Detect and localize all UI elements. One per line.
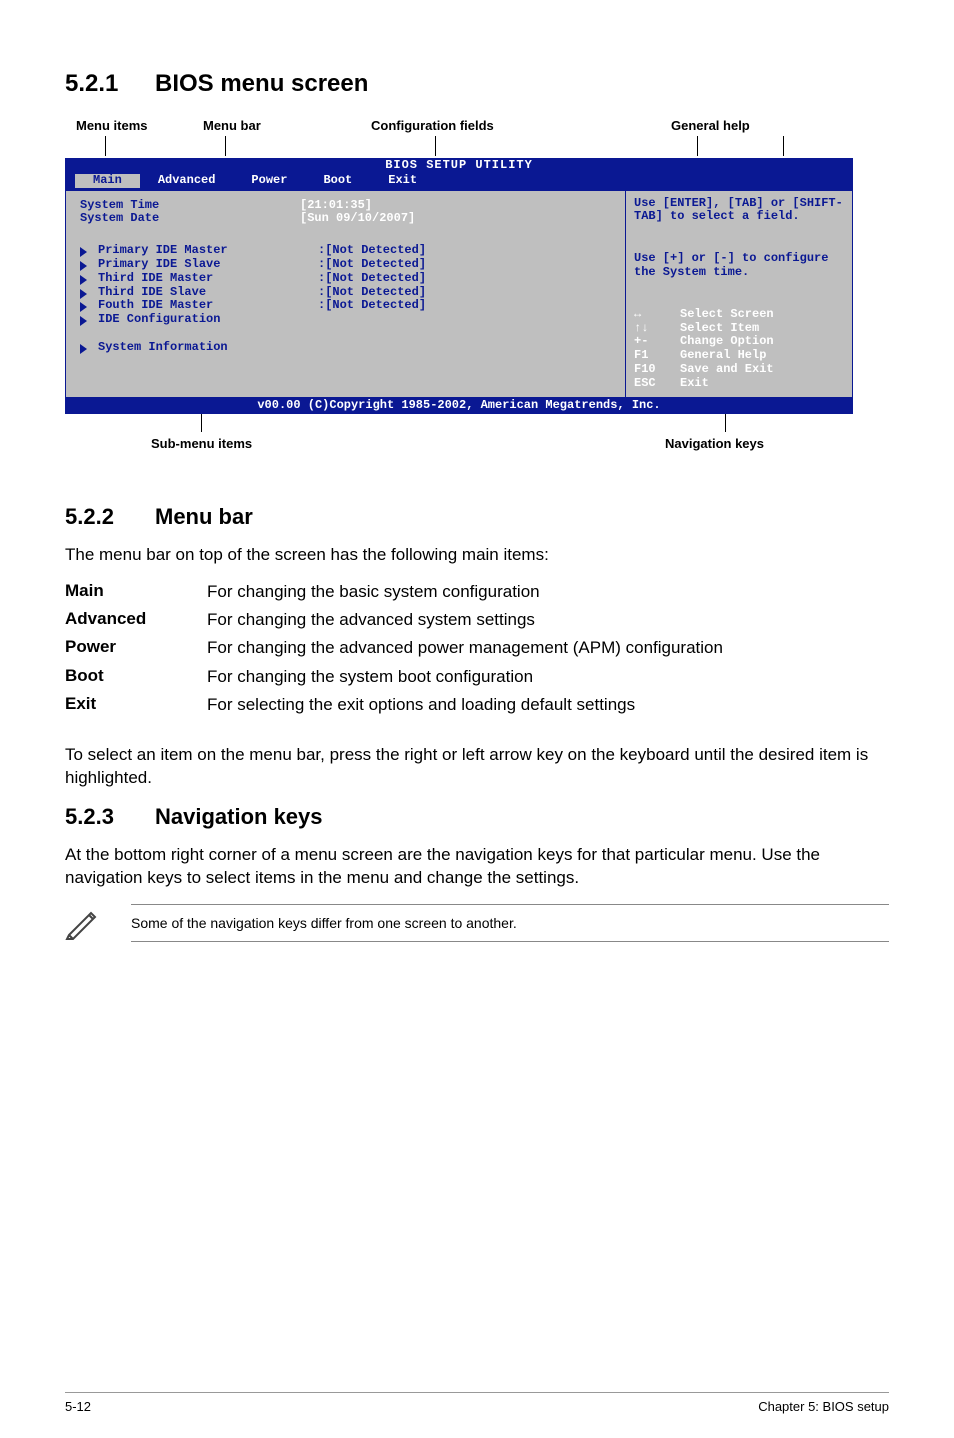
def-val: For changing the system boot configurati…	[207, 666, 889, 688]
pencil-icon	[65, 905, 101, 941]
page-number: 5-12	[65, 1399, 91, 1414]
pointer-line	[435, 136, 436, 156]
paragraph: To select an item on the menu bar, press…	[65, 744, 889, 790]
row-val: :[Not Detected]	[318, 258, 426, 272]
paragraph: At the bottom right corner of a menu scr…	[65, 844, 889, 890]
ide-configuration[interactable]: IDE Configuration	[98, 313, 318, 327]
row-key: System Date	[80, 212, 300, 226]
note-text: Some of the navigation keys differ from …	[131, 904, 889, 942]
nav-label: Save and Exit	[680, 363, 774, 377]
row-key[interactable]: Fouth IDE Master	[98, 299, 318, 313]
bios-tab-main[interactable]: Main	[75, 174, 140, 188]
bios-footer: v00.00 (C)Copyright 1985-2002, American …	[65, 398, 853, 415]
chapter-label: Chapter 5: BIOS setup	[758, 1399, 889, 1414]
def-key: Power	[65, 637, 207, 659]
def-key: Exit	[65, 694, 207, 716]
label-menu-items: Menu items	[76, 118, 148, 133]
def-key: Advanced	[65, 609, 207, 631]
heading-num: 5.2.3	[65, 804, 155, 830]
nav-label: Select Item	[680, 322, 759, 336]
def-key: Main	[65, 581, 207, 603]
bios-left-pane: System Time[21:01:35] System Date[Sun 09…	[65, 190, 625, 398]
page-footer: 5-12 Chapter 5: BIOS setup	[65, 1392, 889, 1414]
row-val: :[Not Detected]	[318, 272, 426, 286]
bios-window: BIOS SETUP UTILITY Main Advanced Power B…	[65, 158, 853, 414]
bios-tab-exit[interactable]: Exit	[370, 174, 435, 188]
heading-title: Menu bar	[155, 504, 253, 529]
nav-key: ESC	[634, 377, 680, 391]
bios-right-pane: Use [ENTER], [TAB] or [SHIFT-TAB] to sel…	[625, 190, 853, 398]
nav-keys: ↔Select Screen ↑↓Select Item +-Change Op…	[634, 308, 844, 391]
nav-key: F1	[634, 349, 680, 363]
bios-diagram: Menu items Menu bar Configuration fields…	[65, 118, 889, 460]
def-val: For changing the basic system configurat…	[207, 581, 889, 603]
label-submenu: Sub-menu items	[151, 436, 252, 451]
pointer-line	[105, 136, 106, 156]
row-val: :[Not Detected]	[318, 299, 426, 313]
nav-key: F10	[634, 363, 680, 377]
nav-label: Exit	[680, 377, 709, 391]
row-val[interactable]: [21:01:35]	[300, 199, 372, 213]
def-key: Boot	[65, 666, 207, 688]
paragraph: The menu bar on top of the screen has th…	[65, 544, 889, 567]
labels-bottom: Sub-menu items Navigation keys	[65, 414, 889, 460]
label-general-help: General help	[671, 118, 750, 133]
nav-key: ↔	[634, 308, 680, 322]
bios-menubar: Main Advanced Power Boot Exit	[65, 174, 853, 190]
row-key[interactable]: Third IDE Slave	[98, 286, 318, 300]
heading-523: 5.2.3Navigation keys	[65, 804, 889, 830]
nav-label: General Help	[680, 349, 766, 363]
nav-key: +-	[634, 335, 680, 349]
heading-title: BIOS menu screen	[155, 70, 368, 97]
row-val[interactable]: [Sun 09/10/2007]	[300, 212, 415, 226]
pointer-line	[225, 136, 226, 156]
system-information[interactable]: System Information	[98, 341, 318, 355]
pointer-line	[725, 414, 726, 432]
heading-522: 5.2.2Menu bar	[65, 504, 889, 530]
label-navkeys: Navigation keys	[665, 436, 764, 451]
bios-title: BIOS SETUP UTILITY	[65, 158, 853, 174]
bios-tab-boot[interactable]: Boot	[305, 174, 370, 188]
nav-key: ↑↓	[634, 322, 680, 336]
row-key[interactable]: Primary IDE Master	[98, 244, 318, 258]
label-config-fields: Configuration fields	[371, 118, 494, 133]
pointer-line	[697, 136, 698, 156]
labels-top: Menu items Menu bar Configuration fields…	[65, 118, 889, 158]
nav-label: Change Option	[680, 335, 774, 349]
row-key[interactable]: Primary IDE Slave	[98, 258, 318, 272]
bios-tab-advanced[interactable]: Advanced	[140, 174, 234, 188]
hint-text: Use [ENTER], [TAB] or [SHIFT-TAB] to sel…	[634, 197, 844, 225]
heading-num: 5.2.2	[65, 504, 155, 530]
heading-521: 5.2.1BIOS menu screen	[65, 70, 889, 98]
label-menu-bar: Menu bar	[203, 118, 261, 133]
row-val: :[Not Detected]	[318, 286, 426, 300]
nav-label: Select Screen	[680, 308, 774, 322]
def-val: For changing the advanced power manageme…	[207, 637, 889, 659]
def-val: For changing the advanced system setting…	[207, 609, 889, 631]
note-box: Some of the navigation keys differ from …	[65, 904, 889, 942]
hint-text: Use [+] or [-] to configure the System t…	[634, 252, 844, 280]
def-val: For selecting the exit options and loadi…	[207, 694, 889, 716]
heading-title: Navigation keys	[155, 804, 323, 829]
row-key[interactable]: Third IDE Master	[98, 272, 318, 286]
row-key: System Time	[80, 199, 300, 213]
bios-tab-power[interactable]: Power	[233, 174, 305, 188]
pointer-line	[783, 136, 784, 156]
heading-num: 5.2.1	[65, 70, 155, 98]
row-val: :[Not Detected]	[318, 244, 426, 258]
pointer-line	[201, 414, 202, 432]
